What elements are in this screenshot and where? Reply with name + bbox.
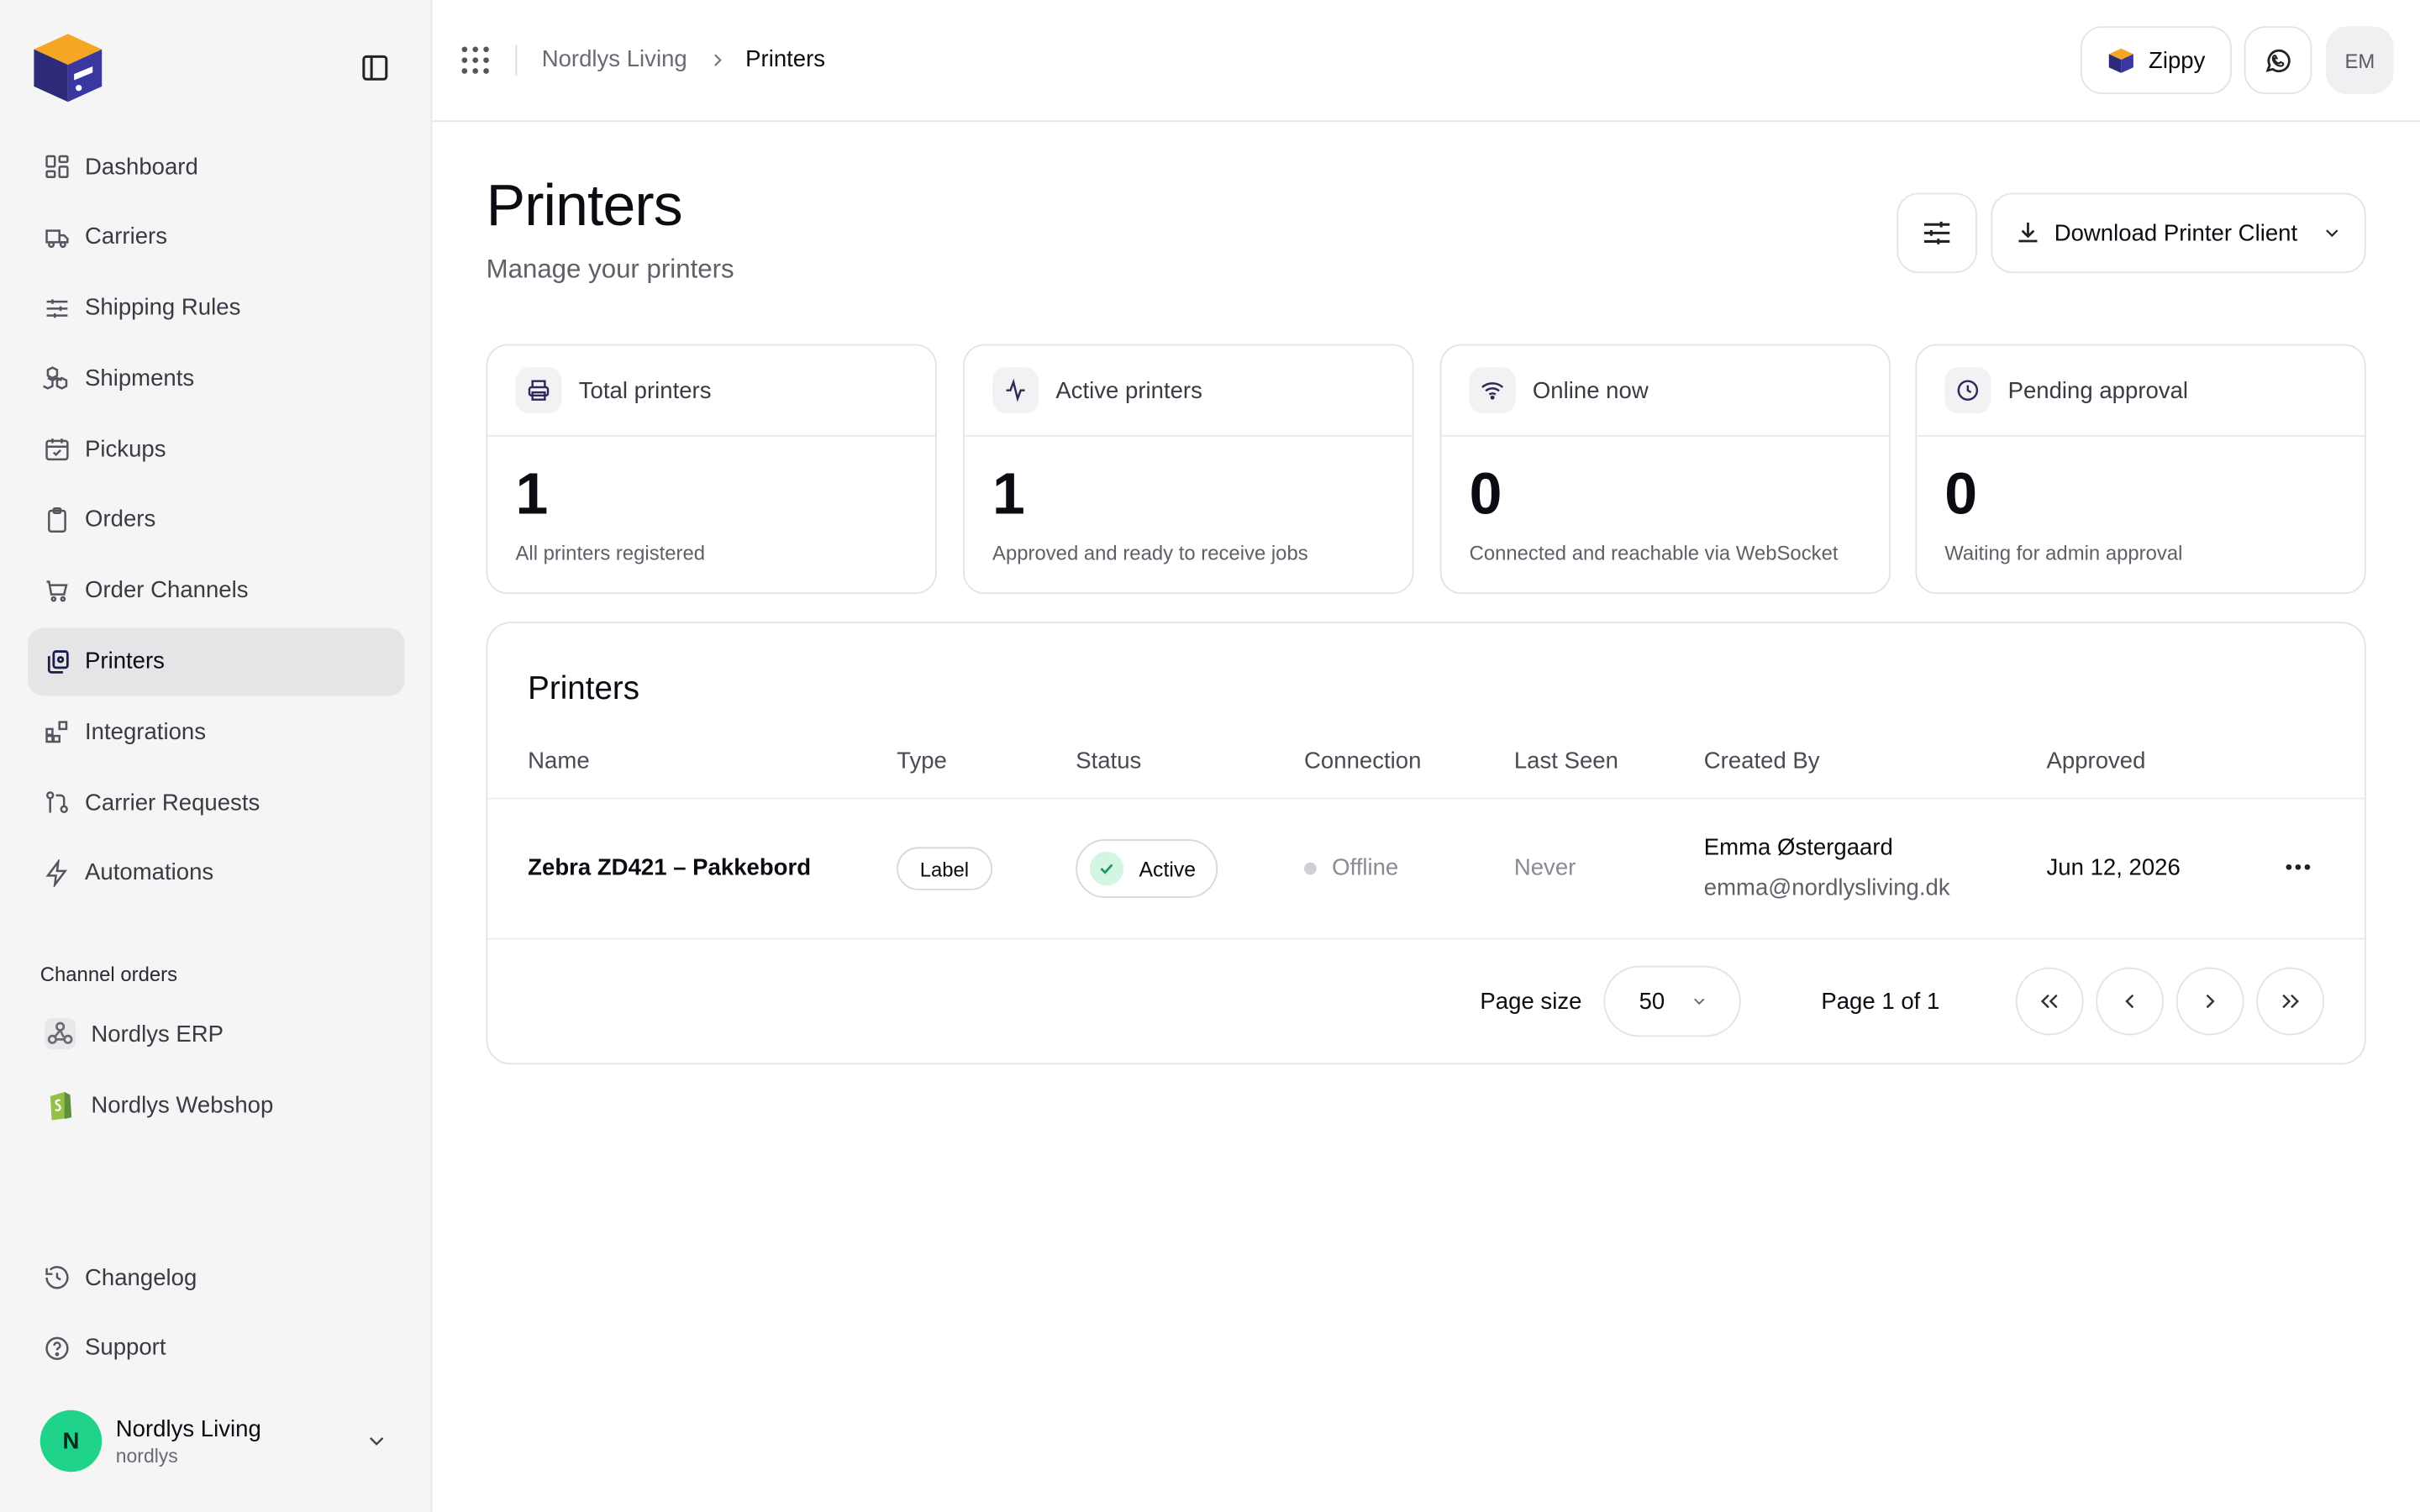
stat-card-online-now: Online now 0 Connected and reachable via… (1439, 344, 1891, 595)
chat-button[interactable] (2244, 26, 2312, 95)
stat-description: Approved and ready to receive jobs (992, 541, 1308, 565)
stat-value: 1 (992, 463, 1025, 528)
column-header-status[interactable]: Status (1076, 748, 1141, 774)
page-info: Page 1 of 1 (1821, 989, 1940, 1016)
divider (487, 937, 2365, 940)
sliders-icon (1923, 221, 1950, 244)
stat-description: All printers registered (515, 541, 706, 565)
check-icon (1100, 864, 1113, 874)
last-page-button[interactable] (2256, 967, 2325, 1036)
divider (487, 797, 2365, 800)
user-avatar-button[interactable]: EM (2325, 26, 2394, 95)
stat-card-total-printers: Total printers 1 All printers registered (486, 344, 937, 595)
column-header-name[interactable]: Name (528, 748, 589, 774)
divider (515, 45, 518, 76)
column-header-type[interactable]: Type (897, 748, 947, 774)
breadcrumb-link[interactable]: Nordlys Living (542, 46, 687, 72)
approved-date: Jun 12, 2026 (2046, 854, 2181, 881)
stat-card-pending-approval: Pending approval 0 Waiting for admin app… (1915, 344, 2366, 595)
page-size-select[interactable]: 50 (1603, 965, 1741, 1037)
printer-name: Zebra ZD421 – Pakkebord (528, 854, 812, 881)
page-size-label: Page size (1480, 989, 1582, 1016)
page-title: Printers (486, 174, 683, 239)
breadcrumb-current: Printers (745, 46, 826, 73)
created-by-email[interactable]: emma@nordlysliving.dk (1704, 874, 1950, 900)
connection-label: Offline (1332, 854, 1399, 881)
column-header-last-seen[interactable]: Last Seen (1514, 748, 1618, 774)
download-icon (2018, 222, 2038, 243)
settings-button[interactable] (1897, 192, 1977, 274)
zippy-logo-icon (2109, 48, 2134, 73)
stat-title: Pending approval (2007, 377, 2189, 404)
apps-grid-icon[interactable] (460, 45, 491, 83)
chevron-left-icon (2125, 994, 2134, 1009)
table-title: Printers (528, 670, 640, 707)
created-by-name: Emma Østergaard (1703, 834, 1893, 861)
status-dot (1304, 861, 1317, 874)
connection-status: Offline (1304, 855, 1398, 881)
stat-description: Waiting for admin approval (1944, 541, 2183, 565)
zippy-label: Zippy (2149, 47, 2206, 74)
printer-icon (528, 380, 550, 401)
chevron-down-icon (2326, 229, 2338, 238)
clock-icon (1957, 380, 1979, 401)
status-label: Active (1139, 857, 1197, 880)
stat-value: 1 (515, 463, 549, 528)
column-header-connection[interactable]: Connection (1304, 748, 1421, 774)
stat-card-active-printers: Active printers 1 Approved and ready to … (963, 344, 1414, 595)
row-actions-button[interactable] (2281, 855, 2315, 879)
chevrons-right-icon (2282, 994, 2300, 1009)
type-badge: Label (897, 847, 992, 890)
column-header-approved[interactable]: Approved (2047, 748, 2146, 774)
page-size-value: 50 (1639, 988, 1665, 1015)
zippy-button[interactable]: Zippy (2080, 26, 2232, 95)
stat-title: Total printers (578, 377, 712, 404)
printers-table-card: Printers Name Type Status Connection Las… (486, 622, 2366, 1065)
download-printer-client-button[interactable]: Download Printer Client (1991, 192, 2366, 274)
page-subtitle: Manage your printers (486, 255, 734, 284)
last-seen: Never (1513, 854, 1576, 881)
status-badge: Active (1076, 839, 1218, 898)
download-label: Download Printer Client (2054, 219, 2298, 246)
activity-icon (1006, 378, 1025, 402)
stat-value: 0 (1944, 463, 1978, 528)
first-page-button[interactable] (2015, 967, 2084, 1036)
message-circle-icon (2265, 49, 2291, 73)
chevron-right-icon (714, 54, 722, 66)
stat-description: Connected and reachable via WebSocket (1469, 541, 1839, 565)
main-content: Nordlys Living Printers Zippy EM Printer… (0, 0, 2420, 1512)
next-page-button[interactable] (2175, 967, 2244, 1036)
wifi-icon (1481, 382, 1504, 400)
stat-value: 0 (1469, 463, 1502, 528)
column-header-created-by[interactable]: Created By (1704, 748, 1820, 774)
chevrons-left-icon (2040, 994, 2058, 1009)
more-horizontal-icon (2286, 864, 2311, 870)
chevron-down-icon (1694, 998, 1705, 1005)
stat-title: Active printers (1055, 377, 1202, 404)
chevron-right-icon (2206, 994, 2215, 1009)
stat-title: Online now (1532, 377, 1649, 404)
previous-page-button[interactable] (2096, 967, 2165, 1036)
